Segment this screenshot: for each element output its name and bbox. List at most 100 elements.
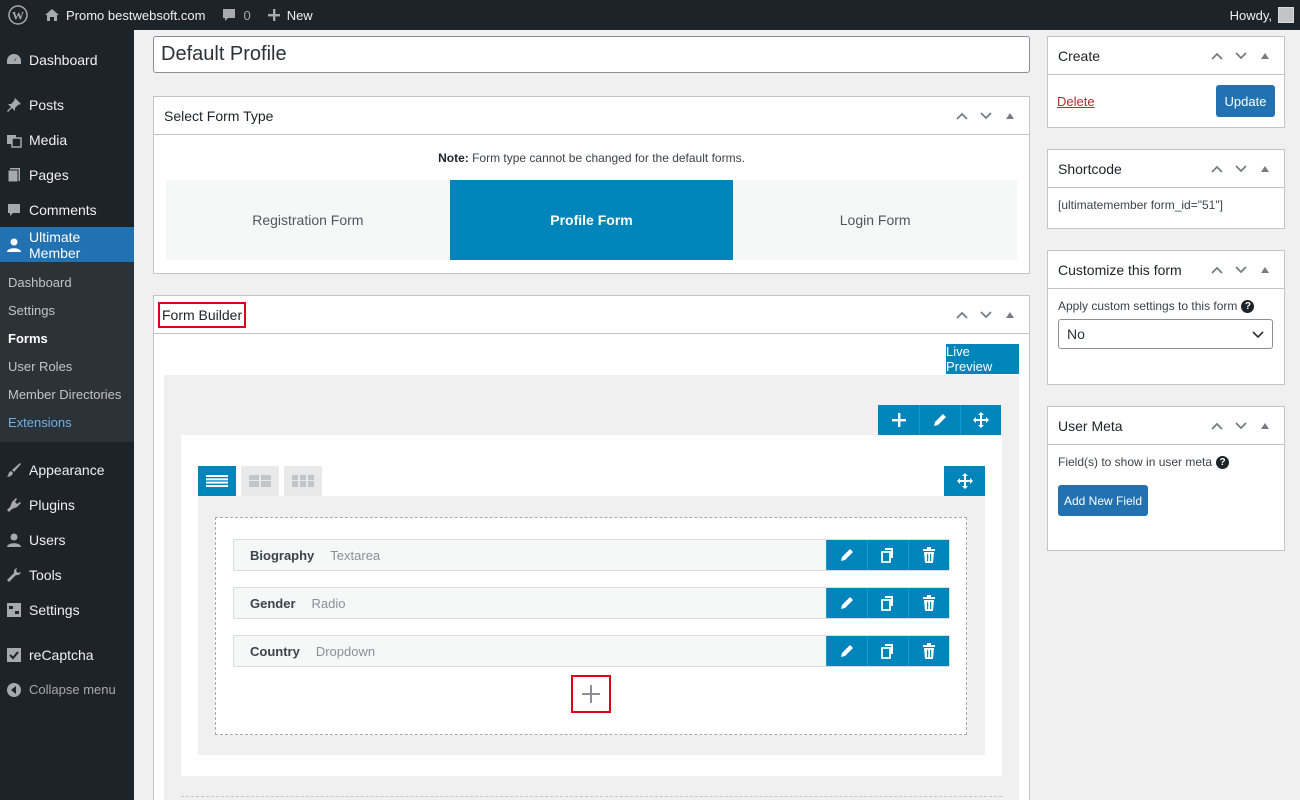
chevron-down-icon: [1252, 326, 1264, 342]
form-title-input[interactable]: Default Profile: [153, 36, 1030, 73]
customize-form-box: Customize this form Apply custom setting…: [1047, 250, 1285, 385]
menu-recaptcha[interactable]: reCaptcha: [0, 637, 134, 672]
submenu-member-directories[interactable]: Member Directories: [0, 380, 134, 408]
customize-select[interactable]: No: [1058, 319, 1273, 350]
move-down-icon[interactable]: [1230, 158, 1252, 180]
avatar: [1278, 7, 1294, 23]
user-icon: [6, 237, 22, 253]
move-down-icon[interactable]: [1230, 415, 1252, 437]
add-new-field-button[interactable]: Add New Field: [1058, 485, 1148, 517]
help-icon[interactable]: ?: [1216, 456, 1230, 470]
menu-comments[interactable]: Comments: [0, 192, 134, 227]
two-column-tab[interactable]: [241, 466, 279, 496]
toggle-panel-icon[interactable]: [1254, 259, 1276, 281]
duplicate-icon: [881, 644, 893, 659]
edit-section-button[interactable]: [919, 405, 960, 435]
menu-pages[interactable]: Pages: [0, 157, 134, 192]
delete-field-button[interactable]: [908, 588, 949, 618]
move-up-icon[interactable]: [1206, 158, 1228, 180]
move-up-icon[interactable]: [1206, 259, 1228, 281]
section-toolbar: [878, 405, 1001, 435]
move-up-icon[interactable]: [1206, 415, 1228, 437]
move-arrows-icon: [956, 473, 973, 489]
move-down-icon[interactable]: [1230, 259, 1252, 281]
toggle-panel-icon[interactable]: [1254, 415, 1276, 437]
login-form-option[interactable]: Login Form: [733, 180, 1018, 260]
profile-form-option[interactable]: Profile Form: [449, 180, 734, 260]
user-meta-header: User Meta: [1048, 407, 1284, 445]
box-title: Create: [1058, 47, 1101, 64]
select-form-type-header: Select Form Type: [154, 97, 1029, 135]
move-down-icon[interactable]: [975, 304, 997, 326]
menu-settings[interactable]: Settings: [0, 592, 134, 627]
toggle-panel-icon[interactable]: [999, 105, 1021, 127]
submenu-forms[interactable]: Forms: [0, 324, 134, 352]
one-column-tab[interactable]: [198, 466, 236, 496]
help-icon[interactable]: ?: [1241, 300, 1255, 314]
submenu-dashboard[interactable]: Dashboard: [0, 268, 134, 296]
three-column-tab[interactable]: [284, 466, 322, 496]
live-preview-button[interactable]: Live Preview: [946, 344, 1019, 374]
users-icon: [6, 532, 22, 548]
edit-field-button[interactable]: [826, 588, 867, 618]
form-type-note: Note: Form type cannot be changed for th…: [154, 135, 1029, 180]
duplicate-field-button[interactable]: [867, 540, 908, 570]
menu-appearance[interactable]: Appearance: [0, 452, 134, 487]
menu-label: Posts: [29, 96, 65, 113]
menu-users[interactable]: Users: [0, 522, 134, 557]
collapse-menu-button[interactable]: Collapse menu: [0, 672, 134, 707]
field-type: Radio: [311, 595, 346, 611]
menu-posts[interactable]: Posts: [0, 87, 134, 122]
registration-form-option[interactable]: Registration Form: [166, 180, 450, 260]
delete-field-button[interactable]: [908, 540, 949, 570]
duplicate-field-button[interactable]: [867, 636, 908, 666]
duplicate-field-button[interactable]: [867, 588, 908, 618]
delete-field-button[interactable]: [908, 636, 949, 666]
delete-link[interactable]: Delete: [1057, 94, 1095, 109]
edit-field-button[interactable]: [826, 636, 867, 666]
menu-ultimate-member[interactable]: Ultimate Member: [0, 227, 134, 262]
move-down-icon[interactable]: [975, 105, 997, 127]
customize-selected-value: No: [1067, 326, 1085, 343]
admin-sidebar: Dashboard Posts Media Pages Comments Ult…: [0, 30, 134, 800]
new-label: New: [286, 7, 313, 23]
add-field-button[interactable]: [571, 675, 611, 713]
move-up-icon[interactable]: [951, 304, 973, 326]
comments-link[interactable]: 0: [213, 0, 258, 30]
move-down-icon[interactable]: [1230, 45, 1252, 67]
menu-tools[interactable]: Tools: [0, 557, 134, 592]
edit-field-button[interactable]: [826, 540, 867, 570]
checkbox-icon: [6, 647, 22, 663]
submenu-settings[interactable]: Settings: [0, 296, 134, 324]
move-row-button[interactable]: [944, 466, 985, 496]
toggle-panel-icon[interactable]: [1254, 158, 1276, 180]
account-menu[interactable]: Howdy,: [1230, 7, 1300, 23]
howdy-text: Howdy,: [1229, 7, 1272, 23]
new-content-link[interactable]: New: [259, 0, 321, 30]
menu-media[interactable]: Media: [0, 122, 134, 157]
menu-plugins[interactable]: Plugins: [0, 487, 134, 522]
move-up-icon[interactable]: [951, 105, 973, 127]
submenu-user-roles[interactable]: User Roles: [0, 352, 134, 380]
comments-icon: [6, 202, 22, 218]
move-up-icon[interactable]: [1206, 45, 1228, 67]
field-row-gender[interactable]: Gender Radio: [233, 587, 950, 619]
shortcode-value[interactable]: [ultimatemember form_id="51"]: [1048, 188, 1284, 222]
site-name-link[interactable]: Promo bestwebsoft.com: [36, 0, 213, 30]
media-icon: [6, 132, 22, 148]
field-row-country[interactable]: Country Dropdown: [233, 635, 950, 667]
toggle-panel-icon[interactable]: [999, 304, 1021, 326]
add-row-button[interactable]: [878, 405, 919, 435]
customize-label: Apply custom settings to this form: [1058, 299, 1238, 313]
toggle-panel-icon[interactable]: [1254, 45, 1276, 67]
menu-dashboard[interactable]: Dashboard: [0, 42, 134, 77]
select-form-type-box: Select Form Type Note: Form type cannot …: [153, 96, 1030, 274]
submenu-extensions[interactable]: Extensions: [0, 408, 134, 436]
svg-text:W: W: [12, 9, 24, 23]
move-section-button[interactable]: [960, 405, 1001, 435]
trash-icon: [923, 595, 935, 611]
update-button[interactable]: Update: [1216, 85, 1275, 117]
field-row-biography[interactable]: Biography Textarea: [233, 539, 950, 571]
wordpress-logo-icon[interactable]: W: [0, 0, 36, 30]
pencil-icon: [841, 549, 853, 561]
